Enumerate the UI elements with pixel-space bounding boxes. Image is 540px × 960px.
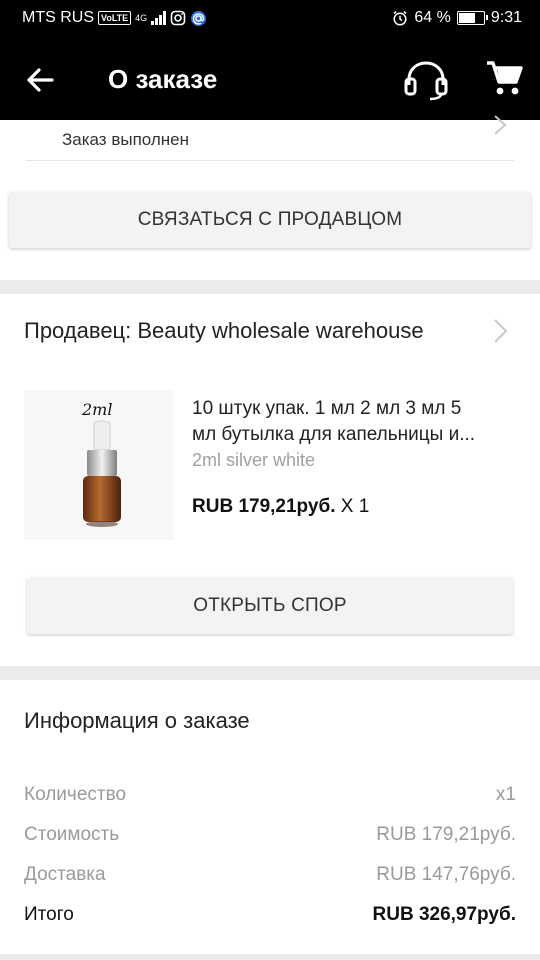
info-value: RUB 326,97руб.	[372, 904, 517, 925]
info-label: Количество	[24, 784, 127, 805]
order-status-text: Заказ выполнен	[62, 130, 190, 149]
at-sign-icon	[191, 10, 207, 26]
order-status-section: Заказ выполнен СВЯЗАТЬСЯ С ПРОДАВЦОМ	[0, 115, 540, 280]
info-label: Доставка	[24, 864, 106, 885]
instagram-icon	[170, 10, 186, 26]
page-title: О заказе	[108, 64, 218, 94]
product-price-row: RUB 179,21руб. X 1	[192, 496, 369, 518]
open-dispute-button[interactable]: ОТКРЫТЬ СПОР	[27, 578, 513, 634]
info-row-quantity: Количество x1	[24, 784, 516, 810]
status-right: 64 % 9:31	[392, 9, 522, 27]
volte-badge: VoLTE	[98, 11, 132, 25]
info-value: RUB 179,21руб.	[376, 824, 516, 845]
app-bar: О заказе	[0, 38, 540, 120]
product-image[interactable]: 2ml	[24, 390, 174, 540]
product-title-line-2: мл бутылка для капельницы и...	[192, 424, 476, 445]
battery-icon	[456, 11, 488, 25]
clock: 9:31	[490, 9, 522, 26]
order-info-title: Информация о заказе	[24, 708, 250, 733]
product-variant: 2ml silver white	[192, 450, 316, 470]
network-type: 4G	[135, 12, 148, 23]
chevron-right-icon[interactable]	[490, 318, 510, 344]
info-label: Итого	[24, 904, 74, 925]
chevron-right-icon[interactable]	[488, 114, 510, 136]
divider	[26, 160, 514, 161]
alarm-icon	[393, 11, 407, 26]
back-arrow-icon[interactable]	[22, 62, 58, 98]
info-row-cost: Стоимость RUB 179,21руб.	[24, 824, 516, 850]
info-value: RUB 147,76руб.	[376, 864, 516, 885]
seller-name[interactable]: Продавец: Beauty wholesale warehouse	[24, 318, 424, 344]
cart-icon[interactable]	[484, 58, 524, 98]
info-row-total: Итого RUB 326,97руб.	[24, 904, 516, 930]
seller-section: Продавец: Beauty wholesale warehouse 2ml…	[0, 294, 540, 666]
contact-seller-button[interactable]: СВЯЗАТЬСЯ С ПРОДАВЦОМ	[9, 192, 531, 248]
info-label: Стоимость	[24, 824, 120, 845]
carrier-name: MTS RUS	[22, 9, 94, 26]
status-left: MTS RUS VoLTE 4G	[22, 9, 207, 27]
status-bar: MTS RUS VoLTE 4G 64 % 9:31	[0, 0, 540, 38]
product-title[interactable]: 10 штук упак. 1 мл 2 мл 3 мл 5 мл бутылк…	[192, 396, 516, 448]
product-title-line-1: 10 штук упак. 1 мл 2 мл 3 мл 5	[192, 398, 462, 419]
info-value: x1	[495, 784, 516, 805]
product-price: RUB 179,21руб.	[192, 496, 336, 517]
headset-icon[interactable]	[402, 58, 450, 102]
dropper-bottle-icon	[83, 420, 121, 527]
order-info-section: Информация о заказе Количество x1 Стоимо…	[0, 680, 540, 954]
signal-icon	[151, 11, 167, 25]
info-row-shipping: Доставка RUB 147,76руб.	[24, 864, 516, 890]
product-image-label: 2ml	[82, 400, 113, 419]
battery-percent: 64 %	[414, 9, 451, 26]
product-quantity: X 1	[340, 496, 370, 517]
